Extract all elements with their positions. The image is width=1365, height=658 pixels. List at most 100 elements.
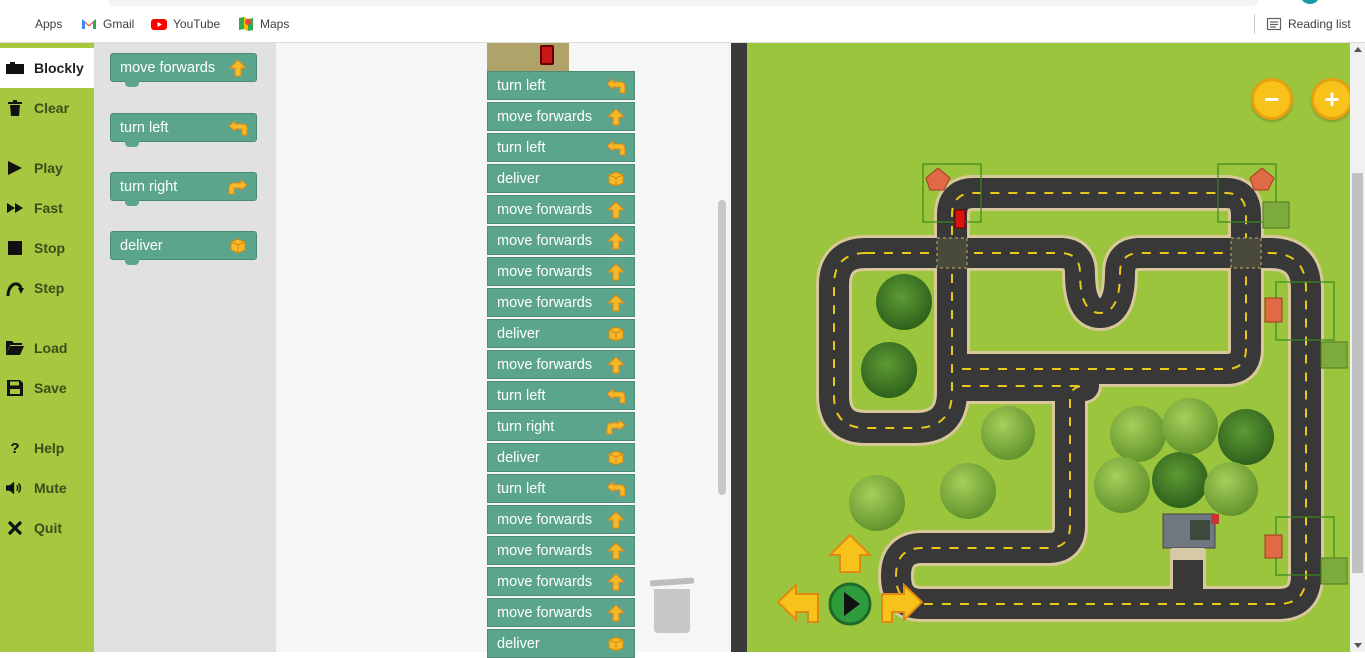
program-block[interactable]: move forwards (487, 505, 635, 534)
game-toolbar: Blockly Clear Play Fast Stop Step Load S… (0, 43, 94, 652)
program-block[interactable]: turn left (487, 71, 635, 100)
youtube-icon (151, 19, 167, 30)
parcel-icon (606, 449, 626, 467)
reading-list-button[interactable]: Reading list (1266, 15, 1351, 33)
toolbar-load-button[interactable]: Load (0, 328, 94, 368)
arrow-up-icon (606, 108, 626, 126)
arrow-up-icon (606, 511, 626, 529)
scroll-thumb[interactable] (1352, 173, 1363, 573)
bookmark-youtube[interactable]: YouTube (151, 15, 220, 33)
toolbar-help-button[interactable]: ? Help (0, 428, 94, 468)
program-block[interactable]: move forwards (487, 288, 635, 317)
road-map (776, 163, 1348, 626)
program-block[interactable]: move forwards (487, 195, 635, 224)
game-map: − + (747, 43, 1350, 652)
arrow-up-icon (606, 201, 626, 219)
page-scrollbar[interactable] (1350, 43, 1365, 652)
parcel-icon (606, 170, 626, 188)
stop-icon (6, 239, 24, 257)
workspace-scrollbar[interactable] (718, 200, 726, 495)
block-label: turn left (120, 119, 169, 136)
turn-left-icon (606, 139, 626, 157)
program-block[interactable]: move forwards (487, 598, 635, 627)
arrow-up-icon (606, 573, 626, 591)
program-block[interactable]: move forwards (487, 226, 635, 255)
zoom-out-button[interactable]: − (1251, 78, 1293, 120)
panel-divider[interactable] (731, 43, 747, 652)
program-block[interactable]: turn left (487, 133, 635, 162)
block-label: move forwards (497, 511, 593, 528)
delivery-van (954, 209, 966, 229)
toolbar-label: Fast (34, 200, 63, 216)
program-block[interactable]: move forwards (487, 350, 635, 379)
toolbar-label: Play (34, 160, 63, 176)
program-block[interactable]: move forwards (487, 257, 635, 286)
junction-marker (936, 237, 968, 269)
block-label: move forwards (497, 604, 593, 621)
zoom-out-label: − (1264, 83, 1280, 114)
toolbar-stop-button[interactable]: Stop (0, 228, 94, 268)
turn-left-icon (606, 77, 626, 95)
arrow-up-icon (606, 232, 626, 250)
bookmark-apps[interactable]: Apps (13, 15, 62, 33)
block-label: deliver (497, 449, 540, 466)
toolbar-label: Quit (34, 520, 62, 536)
arrow-up-icon (606, 294, 626, 312)
toolbar-quit-button[interactable]: Quit (0, 508, 94, 548)
block-label: move forwards (497, 232, 593, 249)
block-label: move forwards (120, 59, 216, 76)
toolbar-save-button[interactable]: Save (0, 368, 94, 408)
palette-block-turn-right[interactable]: turn right (110, 172, 257, 206)
program-block[interactable]: deliver (487, 629, 635, 658)
toolbar-play-button[interactable]: Play (0, 148, 94, 188)
program-block[interactable]: deliver (487, 443, 635, 472)
close-icon (6, 519, 24, 537)
bookmark-label: Maps (260, 17, 290, 31)
program-block[interactable]: move forwards (487, 102, 635, 131)
control-play-icon[interactable] (828, 582, 872, 626)
block-label: move forwards (497, 356, 593, 373)
bookmark-label: Apps (35, 17, 63, 31)
turn-left-icon (228, 119, 248, 137)
scroll-down-icon[interactable] (1354, 643, 1362, 648)
trash-icon (6, 99, 24, 117)
program-block[interactable]: turn left (487, 474, 635, 503)
profile-avatar[interactable] (1300, 0, 1320, 4)
apps-grid-icon (13, 16, 29, 32)
bookmarks-separator (1254, 14, 1255, 34)
start-block[interactable] (487, 43, 569, 71)
palette-block-move-forwards[interactable]: move forwards (110, 53, 257, 87)
program-block[interactable]: move forwards (487, 567, 635, 596)
toolbar-label: Load (34, 340, 68, 356)
help-icon: ? (10, 439, 20, 457)
parcel-icon (228, 237, 248, 255)
zoom-in-button[interactable]: + (1311, 78, 1350, 120)
turn-right-icon (228, 178, 248, 196)
toolbar-blockly-button[interactable]: Blockly (0, 48, 94, 88)
toolbar-label: Help (34, 440, 65, 456)
bookmark-gmail[interactable]: Gmail (81, 15, 134, 33)
palette-block-deliver[interactable]: deliver (110, 231, 257, 265)
parcel-icon (606, 635, 626, 653)
program-block[interactable]: move forwards (487, 536, 635, 565)
scroll-up-icon[interactable] (1354, 47, 1362, 52)
program-block[interactable]: turn right (487, 412, 635, 441)
palette-block-turn-left[interactable]: turn left (110, 113, 257, 147)
toolbar-step-button[interactable]: Step (0, 268, 94, 308)
toolbar-label: Step (34, 280, 65, 296)
control-arrow-up-icon[interactable] (827, 533, 873, 573)
program-block[interactable]: deliver (487, 319, 635, 348)
folder-icon (6, 339, 24, 357)
control-turn-left-icon[interactable] (776, 582, 819, 623)
program-block[interactable]: turn left (487, 381, 635, 410)
bookmark-label: YouTube (173, 17, 221, 31)
toolbar-label: Clear (34, 100, 70, 116)
workspace-trash-icon[interactable] (649, 575, 695, 635)
turn-right-icon (606, 418, 626, 436)
program-block[interactable]: deliver (487, 164, 635, 193)
block-label: turn left (497, 387, 546, 404)
bookmark-maps[interactable]: Maps (238, 15, 289, 33)
toolbar-clear-button[interactable]: Clear (0, 88, 94, 128)
toolbar-fast-button[interactable]: Fast (0, 188, 94, 228)
toolbar-mute-button[interactable]: Mute (0, 468, 94, 508)
